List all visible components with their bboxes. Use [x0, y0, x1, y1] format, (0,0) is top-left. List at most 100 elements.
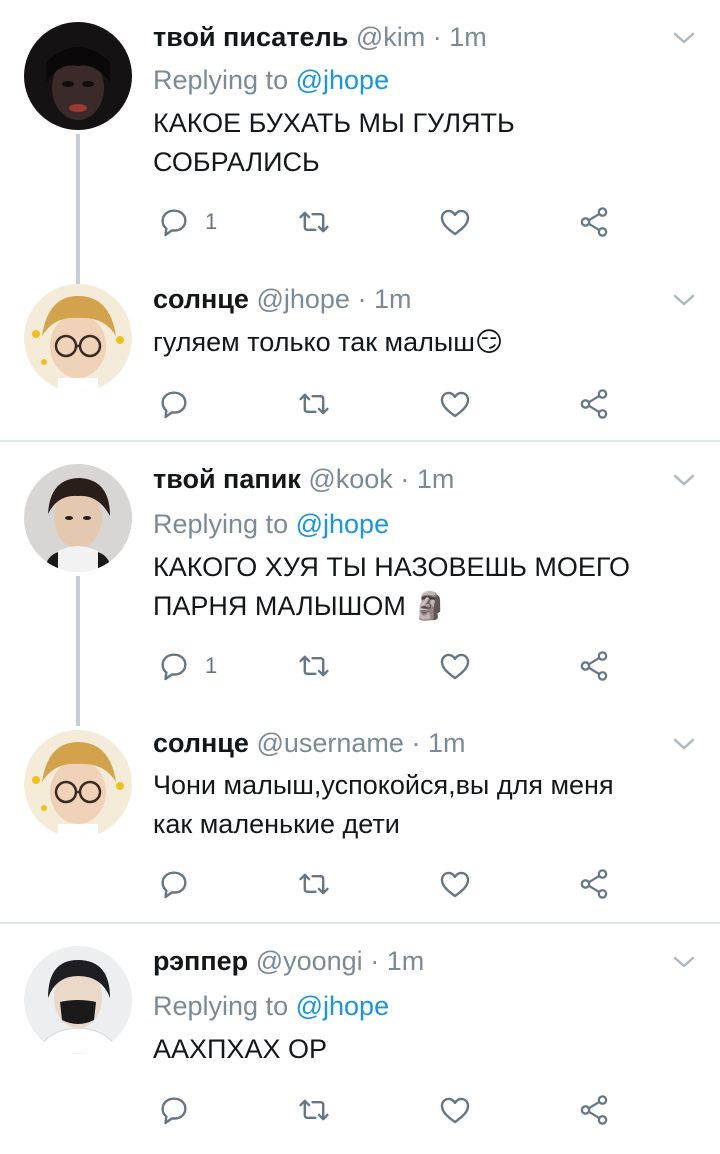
tweet-header: твой папик @kook · 1m	[153, 462, 454, 496]
replying-to-label: Replying to	[153, 991, 289, 1021]
retweet-icon	[297, 867, 331, 901]
retweet-button[interactable]	[297, 646, 331, 686]
display-name[interactable]: рэппер	[153, 946, 248, 976]
display-name[interactable]: твой писатель	[153, 22, 348, 52]
tweet-text-line: СОБРАЛИСЬ	[153, 147, 320, 177]
avatar-image	[24, 730, 132, 838]
tweet-text-line: как маленькие дети	[153, 809, 400, 839]
reply-button[interactable]	[157, 1090, 191, 1130]
share-button[interactable]	[577, 864, 611, 904]
username[interactable]: @kook	[308, 464, 392, 494]
tweet-header: солнце @jhope · 1m	[153, 282, 411, 316]
tweet-text: гуляем только так малыш😏	[153, 323, 683, 362]
thread-line	[76, 576, 80, 726]
replying-to-handle[interactable]: @jhope	[296, 509, 389, 539]
reply-icon	[157, 867, 191, 901]
avatar[interactable]	[24, 946, 132, 1054]
tweet-header: солнце @username · 1m	[153, 726, 465, 760]
like-button[interactable]	[438, 202, 472, 242]
replying-to-handle[interactable]: @jhope	[296, 991, 389, 1021]
tweet-1[interactable]: твой писатель @kim · 1m Replying to @jho…	[0, 0, 720, 284]
username[interactable]: @kim	[356, 22, 425, 52]
reply-button[interactable]: 1	[157, 646, 217, 686]
replying-to: Replying to @jhope	[153, 507, 389, 541]
reply-button[interactable]	[157, 864, 191, 904]
username[interactable]: @username	[256, 728, 403, 758]
tweet-text: Чони малыш,успокойся,вы для меня как мал…	[153, 766, 683, 844]
thread-line	[76, 134, 80, 284]
tweet-3[interactable]: твой папик @kook · 1m Replying to @jhope…	[0, 442, 720, 726]
tweet-2[interactable]: солнце @jhope · 1m гуляем только так мал…	[0, 270, 720, 440]
action-bar	[153, 864, 633, 904]
tweet-header: рэппер @yoongi · 1m	[153, 944, 424, 978]
display-name[interactable]: солнце	[153, 728, 249, 758]
display-name[interactable]: твой папик	[153, 464, 301, 494]
reply-count: 1	[205, 209, 218, 234]
replying-to-handle[interactable]: @jhope	[296, 65, 389, 95]
tweet-text: КАКОГО ХУЯ ТЫ НАЗОВЕШЬ МОЕГО ПАРНЯ МАЛЫШ…	[153, 548, 683, 626]
timestamp[interactable]: 1m	[417, 464, 455, 494]
heart-icon	[438, 867, 472, 901]
timestamp[interactable]: 1m	[428, 728, 466, 758]
reply-icon	[157, 205, 191, 239]
replying-to-label: Replying to	[153, 65, 289, 95]
share-button[interactable]	[577, 202, 611, 242]
timestamp[interactable]: 1m	[449, 22, 487, 52]
retweet-button[interactable]	[297, 384, 331, 424]
chevron-down-icon[interactable]	[672, 292, 696, 308]
username[interactable]: @jhope	[256, 284, 349, 314]
share-icon	[577, 205, 611, 239]
action-bar: 1	[153, 646, 633, 686]
retweet-icon	[297, 205, 331, 239]
like-button[interactable]	[438, 646, 472, 686]
reply-icon	[157, 1093, 191, 1127]
separator: ·	[357, 284, 367, 314]
avatar[interactable]	[24, 284, 132, 392]
reply-button[interactable]: 1	[157, 202, 217, 242]
tweet-5[interactable]: рэппер @yoongi · 1m Replying to @jhope А…	[0, 924, 720, 1152]
retweet-button[interactable]	[297, 864, 331, 904]
smirk-emoji: 😏	[474, 327, 504, 357]
retweet-icon	[297, 1093, 331, 1127]
tweet-4[interactable]: солнце @username · 1m Чони малыш,успокой…	[0, 716, 720, 922]
chevron-down-icon[interactable]	[672, 736, 696, 752]
tweet-text-line: гуляем только так малыш	[153, 327, 475, 357]
share-button[interactable]	[577, 384, 611, 424]
avatar[interactable]	[24, 22, 132, 130]
avatar-image	[24, 22, 132, 130]
chevron-down-icon[interactable]	[672, 30, 696, 46]
like-button[interactable]	[438, 1090, 472, 1130]
reply-icon	[157, 649, 191, 683]
display-name[interactable]: солнце	[153, 284, 249, 314]
action-bar	[153, 384, 633, 424]
avatar[interactable]	[24, 464, 132, 572]
action-bar	[153, 1090, 633, 1130]
reply-button[interactable]	[157, 384, 191, 424]
tweet-header: твой писатель @kim · 1m	[153, 20, 487, 54]
replying-to: Replying to @jhope	[153, 63, 389, 97]
chevron-down-icon[interactable]	[672, 472, 696, 488]
like-button[interactable]	[438, 864, 472, 904]
timestamp[interactable]: 1m	[374, 284, 412, 314]
timestamp[interactable]: 1m	[387, 946, 425, 976]
heart-icon	[438, 387, 472, 421]
username[interactable]: @yoongi	[256, 946, 363, 976]
share-button[interactable]	[577, 1090, 611, 1130]
share-icon	[577, 1093, 611, 1127]
avatar[interactable]	[24, 730, 132, 838]
retweet-button[interactable]	[297, 1090, 331, 1130]
replying-to: Replying to @jhope	[153, 989, 389, 1023]
avatar-image	[24, 284, 132, 392]
separator: ·	[432, 22, 442, 52]
share-button[interactable]	[577, 646, 611, 686]
share-icon	[577, 867, 611, 901]
tweet-text-line: Чони малыш,успокойся,вы для меня	[153, 770, 614, 800]
separator: ·	[400, 464, 410, 494]
reply-icon	[157, 387, 191, 421]
retweet-icon	[297, 387, 331, 421]
chevron-down-icon[interactable]	[672, 954, 696, 970]
like-button[interactable]	[438, 384, 472, 424]
retweet-button[interactable]	[297, 202, 331, 242]
tweet-text-line: ААХПХАХ ОР	[153, 1034, 327, 1064]
moai-emoji: 🗿	[413, 591, 448, 621]
